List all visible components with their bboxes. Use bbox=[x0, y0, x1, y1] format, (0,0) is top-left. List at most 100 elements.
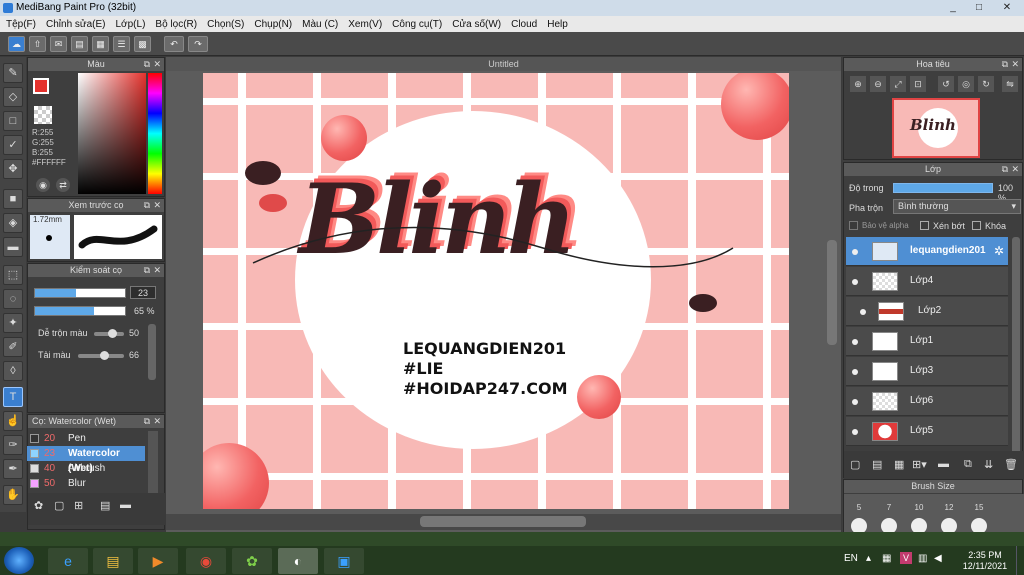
add-layer-menu-icon[interactable]: ⊞▾ bbox=[912, 458, 927, 471]
primary-color-swatch[interactable] bbox=[33, 78, 49, 94]
file-explorer-icon[interactable]: ▤ bbox=[93, 548, 133, 574]
visibility-icon[interactable] bbox=[852, 429, 858, 435]
menu-help[interactable]: Help bbox=[544, 19, 575, 30]
select-tool-icon[interactable]: ⬚ bbox=[3, 265, 23, 285]
fill-rect-tool-icon[interactable]: ■ bbox=[3, 189, 23, 209]
start-button[interactable] bbox=[4, 547, 34, 574]
chrome-icon[interactable]: ◉ bbox=[186, 548, 226, 574]
delete-layer-icon[interactable]: 🗑 bbox=[1004, 458, 1018, 471]
drawing-canvas[interactable]: Blinh LEQUANGDIEN201 #LIE #HOIDAP247.COM bbox=[203, 73, 789, 509]
color-load-knob[interactable] bbox=[100, 351, 109, 360]
add-brush-icon[interactable]: ⊞ bbox=[74, 499, 83, 512]
layer-row-lop1[interactable]: Lớp1 bbox=[846, 327, 1008, 356]
eyedropper-tool-icon[interactable]: ✑ bbox=[3, 435, 23, 455]
gradient-tool-icon[interactable]: ▬ bbox=[3, 237, 23, 257]
menu-select[interactable]: Chọn(S) bbox=[204, 19, 251, 30]
volume-icon[interactable]: ◀ bbox=[934, 553, 942, 564]
close-button[interactable]: ✕ bbox=[994, 0, 1020, 16]
undock-icon[interactable]: ⧉ bbox=[1002, 163, 1008, 176]
color-load-slider[interactable] bbox=[78, 351, 124, 360]
undo-icon[interactable]: ↶ bbox=[164, 36, 184, 52]
new-halftone-layer-icon[interactable]: ▤ bbox=[872, 458, 882, 471]
visibility-icon[interactable] bbox=[852, 339, 858, 345]
menu-snap[interactable]: Chụp(N) bbox=[251, 19, 299, 30]
protect-alpha-checkbox[interactable] bbox=[849, 221, 858, 230]
new-8bit-layer-icon[interactable]: ▦ bbox=[894, 458, 904, 471]
layer-row-lop2[interactable]: Lớp2 bbox=[846, 297, 1008, 326]
brush-item-airbrush[interactable]: 40 Airbrush bbox=[27, 461, 145, 476]
tray-arrow-icon[interactable]: ▴ bbox=[866, 553, 871, 564]
clock[interactable]: 2:35 PM 12/11/2021 bbox=[960, 550, 1010, 572]
close-panel-icon[interactable]: ✕ bbox=[153, 264, 161, 277]
menu-edit[interactable]: Chỉnh sửa(E) bbox=[43, 19, 113, 30]
layer-row-lop6[interactable]: Lớp6 bbox=[846, 387, 1008, 416]
show-desktop-button[interactable] bbox=[1016, 546, 1024, 575]
visibility-icon[interactable] bbox=[852, 279, 858, 285]
rotate-left-icon[interactable]: ↺ bbox=[938, 76, 954, 92]
actual-size-icon[interactable]: ⊡ bbox=[910, 76, 926, 92]
undock-icon[interactable]: ⧉ bbox=[144, 58, 150, 71]
rotate-reset-icon[interactable]: ◎ bbox=[958, 76, 974, 92]
cloud-icon[interactable]: ☁ bbox=[8, 36, 25, 52]
magic-wand-tool-icon[interactable]: ✦ bbox=[3, 313, 23, 333]
rotate-right-icon[interactable]: ↻ bbox=[978, 76, 994, 92]
layer-row-lop3[interactable]: Lớp3 bbox=[846, 357, 1008, 386]
merge-layer-icon[interactable]: ⇊ bbox=[984, 458, 993, 471]
upload-icon[interactable]: ⇧ bbox=[29, 36, 46, 52]
zoom-in-icon[interactable]: ⊕ bbox=[850, 76, 866, 92]
menu-view[interactable]: Xem(V) bbox=[345, 19, 389, 30]
operation-tool-icon[interactable]: ☝ bbox=[3, 411, 23, 431]
visibility-icon[interactable] bbox=[852, 369, 858, 375]
brush-size-value[interactable]: 23 bbox=[130, 286, 156, 299]
layer-list-scrollbar[interactable] bbox=[1012, 237, 1020, 455]
undock-icon[interactable]: ⧉ bbox=[1002, 58, 1008, 71]
zoom-out-icon[interactable]: ⊖ bbox=[870, 76, 886, 92]
undock-icon[interactable]: ⧉ bbox=[144, 199, 150, 212]
language-indicator[interactable]: EN bbox=[844, 553, 858, 564]
layer-row-lequangdien201[interactable]: lequangdien201 ✲ bbox=[846, 237, 1008, 266]
brush-folder-icon[interactable]: ▬ bbox=[120, 499, 131, 511]
brush-opacity-slider[interactable] bbox=[34, 306, 126, 316]
visibility-icon[interactable] bbox=[852, 249, 858, 255]
hand-tool-icon[interactable]: ✋ bbox=[3, 485, 23, 505]
duplicate-layer-icon[interactable]: ⧉ bbox=[964, 458, 972, 471]
lock-checkbox[interactable] bbox=[972, 221, 981, 230]
redo-icon[interactable]: ↷ bbox=[188, 36, 208, 52]
palette-icon[interactable]: ◉ bbox=[36, 178, 50, 192]
brush-size-slider[interactable] bbox=[34, 288, 126, 298]
tray-v-icon[interactable]: V bbox=[900, 552, 912, 564]
document-tab[interactable]: Untitled bbox=[166, 57, 841, 71]
menu-filter[interactable]: Bộ lọc(R) bbox=[152, 19, 204, 30]
brush-item-pen[interactable]: 20 Pen bbox=[27, 431, 145, 446]
new-layer-icon[interactable]: ▢ bbox=[850, 458, 860, 471]
brush-control-scrollbar[interactable] bbox=[148, 324, 156, 380]
flip-icon[interactable]: ⇋ bbox=[1002, 76, 1018, 92]
move-tool-icon[interactable]: ✥ bbox=[3, 159, 23, 179]
gear-icon[interactable]: ✲ bbox=[994, 244, 1004, 258]
menu-color[interactable]: Màu (C) bbox=[299, 19, 345, 30]
swap-color-icon[interactable]: ⇄ bbox=[56, 178, 70, 192]
text-tool-icon[interactable]: T bbox=[3, 387, 23, 407]
select-eraser-tool-icon[interactable]: ◊ bbox=[3, 361, 23, 381]
bucket-tool-icon[interactable]: ◈ bbox=[3, 213, 23, 233]
blend-mode-select[interactable]: Bình thường ▾ bbox=[893, 199, 1021, 214]
document-icon[interactable]: ▤ bbox=[71, 36, 88, 52]
medibang-taskbar-icon[interactable]: ◐ bbox=[278, 548, 318, 574]
minimize-button[interactable]: _ bbox=[940, 0, 966, 16]
navigator-thumbnail[interactable]: Blinh bbox=[892, 98, 980, 158]
close-panel-icon[interactable]: ✕ bbox=[1011, 163, 1019, 176]
layer-opacity-slider[interactable] bbox=[893, 183, 993, 193]
comment-icon[interactable]: ✉ bbox=[50, 36, 67, 52]
color-saturation-box[interactable] bbox=[78, 73, 146, 194]
close-panel-icon[interactable]: ✕ bbox=[153, 58, 161, 71]
blend-slider-knob[interactable] bbox=[108, 329, 117, 338]
undock-icon[interactable]: ⧉ bbox=[144, 415, 150, 428]
brush-settings-icon[interactable]: ✿ bbox=[34, 499, 43, 512]
tray-icon[interactable]: ▦ bbox=[882, 553, 891, 564]
maximize-button[interactable]: □ bbox=[966, 0, 992, 16]
list-icon[interactable]: ☰ bbox=[113, 36, 130, 52]
app-icon[interactable]: ✿ bbox=[232, 548, 272, 574]
visibility-icon[interactable] bbox=[852, 399, 858, 405]
menu-tools[interactable]: Công cụ(T) bbox=[389, 19, 449, 30]
zoom-app-icon[interactable]: ▣ bbox=[324, 548, 364, 574]
